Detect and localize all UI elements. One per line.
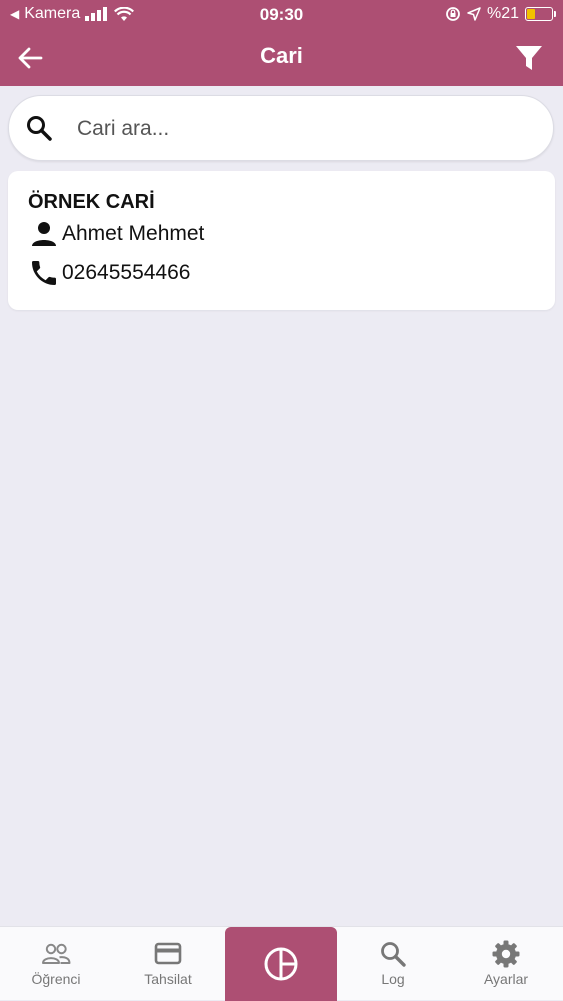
cari-contact-row: Ahmet Mehmet <box>28 218 204 250</box>
phone-icon <box>32 261 56 285</box>
cari-name: ÖRNEK CARİ <box>28 191 155 213</box>
person-icon <box>32 222 56 246</box>
nav-item-dashboard[interactable] <box>225 927 337 1001</box>
nav-label-ogrenci: Öğrenci <box>31 971 81 987</box>
cari-phone-row: 02645554466 <box>28 257 190 289</box>
filter-button[interactable] <box>513 42 545 74</box>
nav-item-ayarlar[interactable]: Ayarlar <box>450 927 562 1001</box>
credit-card-icon <box>154 942 182 965</box>
search-icon <box>381 942 406 967</box>
people-icon <box>42 943 71 964</box>
bottom-nav: Öğrenci Tahsilat Log Ayarlar <box>0 926 563 1001</box>
status-bar: ◀ Kamera 09:30 %21 <box>0 0 563 30</box>
search-icon <box>27 116 52 141</box>
nav-label-ayarlar: Ayarlar <box>483 971 529 987</box>
battery-level <box>527 9 535 19</box>
status-right: %21 <box>445 5 556 23</box>
pie-chart-icon <box>264 947 298 981</box>
rotation-lock-icon <box>446 7 460 21</box>
cari-card[interactable]: ÖRNEK CARİ Ahmet Mehmet 02645554466 <box>8 171 555 310</box>
gear-icon <box>492 940 520 968</box>
nav-label-log: Log <box>381 971 405 987</box>
cari-phone-number: 02645554466 <box>62 261 191 284</box>
page-title: Cari <box>260 43 303 68</box>
filter-icon <box>516 46 542 70</box>
search-bar[interactable] <box>8 95 554 161</box>
app-header: ◀ Kamera 09:30 %21 Cari <box>0 0 563 86</box>
location-icon <box>467 7 481 21</box>
battery-icon <box>525 7 556 21</box>
nav-bar: Cari <box>0 30 563 86</box>
nav-item-ogrenci[interactable]: Öğrenci <box>0 927 112 1001</box>
nav-label-tahsilat: Tahsilat <box>144 971 192 987</box>
battery-percent: %21 <box>486 5 519 22</box>
nav-item-tahsilat[interactable]: Tahsilat <box>112 927 224 1001</box>
nav-item-log[interactable]: Log <box>337 927 449 1001</box>
search-input[interactable] <box>75 106 539 152</box>
cari-contact-name: Ahmet Mehmet <box>62 222 205 245</box>
